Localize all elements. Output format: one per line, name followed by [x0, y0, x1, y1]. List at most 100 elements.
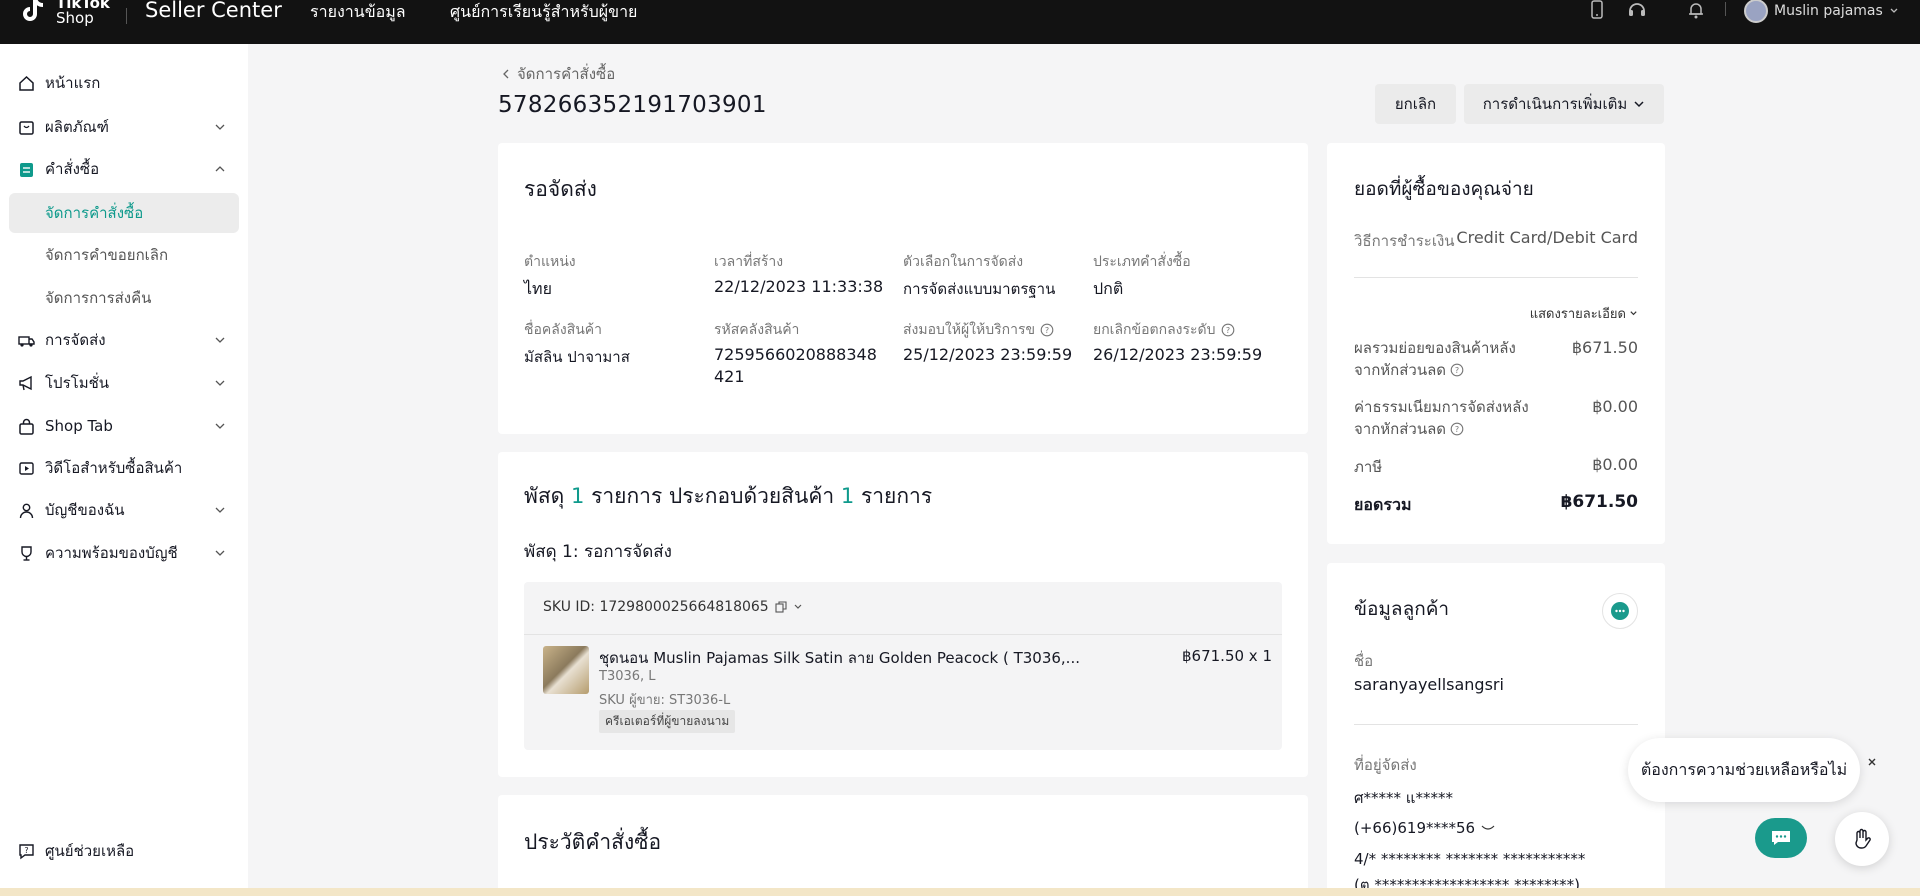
product-variant: T3036, L	[599, 669, 656, 684]
product-name[interactable]: ชุดนอน Muslin Pajamas Silk Satin ลาย Gol…	[599, 646, 1080, 670]
chevron-down-icon	[215, 380, 225, 386]
tax-value: ฿0.00	[1592, 455, 1638, 474]
order-history-card: ประวัติคำสั่งซื้อ	[498, 795, 1308, 896]
customer-divider	[1354, 724, 1638, 725]
svg-text:?: ?	[1455, 425, 1459, 434]
sidebar-subitem-label: จัดการคำสั่งซื้อ	[45, 204, 144, 222]
sidebar-item-my-account[interactable]: บัญชีของฉัน	[0, 493, 248, 527]
help-prompt-bubble[interactable]: ต้องการความช่วยเหลือหรือไม่	[1628, 738, 1860, 802]
shipping-fee-label: ค่าธรรมเนียมการจัดส่งหลัง จากหักส่วนลด ?	[1354, 396, 1529, 440]
total-label: ยอดรวม	[1354, 495, 1412, 514]
customer-name-label: ชื่อ	[1354, 652, 1374, 670]
sidebar-item-help-center[interactable]: ? ศูนย์ช่วยเหลือ	[0, 834, 248, 868]
sidebar-item-shop-tab[interactable]: Shop Tab	[0, 409, 248, 443]
sku-divider	[524, 634, 1282, 635]
info-icon[interactable]: ?	[1450, 363, 1464, 377]
field-value-location: ไทย	[524, 279, 552, 298]
sidebar-item-home[interactable]: หน้าแรก	[0, 66, 248, 100]
info-icon[interactable]: ?	[1450, 422, 1464, 436]
nav-seller-learning-center[interactable]: ศูนย์การเรียนรู้สำหรับผู้ขาย	[450, 0, 637, 25]
more-actions-button[interactable]: การดำเนินการเพิ่มเติม	[1464, 84, 1664, 124]
info-icon[interactable]: ?	[1040, 323, 1054, 337]
field-label-shipping-option: ตัวเลือกในการจัดส่ง	[903, 254, 1024, 270]
user-icon	[19, 503, 34, 519]
app-title: Seller Center	[145, 0, 282, 22]
sidebar-subitem-label: จัดการคำขอยกเลิก	[45, 246, 169, 264]
payment-method-value: Credit Card/Debit Card	[1456, 228, 1638, 247]
product-thumbnail[interactable]	[543, 646, 589, 694]
sidebar-item-label: บัญชีของฉัน	[45, 501, 125, 519]
sidebar-item-orders[interactable]: คำสั่งซื้อ	[0, 152, 248, 186]
chat-support-button[interactable]	[1755, 818, 1807, 858]
sidebar-subitem-manage-orders[interactable]: จัดการคำสั่งซื้อ	[9, 193, 239, 233]
close-icon[interactable]	[1866, 756, 1878, 768]
breadcrumb[interactable]: จัดการคำสั่งซื้อ	[502, 62, 615, 86]
sidebar-item-account-readiness[interactable]: ความพร้อมของบัญชี	[0, 536, 248, 570]
subtotal-label-line2-row: จากหักส่วนลด ?	[1354, 359, 1516, 381]
sidebar-item-label: วิดีโอสำหรับซื้อสินค้า	[45, 459, 183, 477]
package-title-mid: รายการ ประกอบด้วยสินค้า	[591, 484, 835, 508]
field-value-order-type: ปกติ	[1093, 279, 1124, 298]
cancel-order-button[interactable]: ยกเลิก	[1375, 84, 1456, 124]
chat-bubble-icon	[1772, 831, 1790, 845]
order-history-title: ประวัติคำสั่งซื้อ	[524, 830, 662, 854]
sidebar-item-shoppable-video[interactable]: วิดีโอสำหรับซื้อสินค้า	[0, 451, 248, 485]
chevron-down-icon	[215, 337, 225, 343]
field-value-sla-cancel: 26/12/2023 23:59:59	[1093, 345, 1263, 364]
chevron-down-icon	[215, 124, 225, 130]
sku-id: SKU ID: 1729800025664818065	[543, 599, 769, 615]
help-wave-button[interactable]	[1835, 812, 1889, 866]
recipient-phone: (+66)619****56	[1354, 819, 1476, 837]
sidebar-item-label: การจัดส่ง	[45, 331, 106, 349]
field-label-sla-cancel: ยกเลิกข้อตกลงระดับ ?	[1093, 319, 1235, 341]
item-count: 1	[840, 484, 855, 508]
avatar	[1744, 0, 1768, 23]
field-label-warehouse-id: รหัสคลังสินค้า	[714, 322, 800, 338]
field-value-warehouse-name: มัสลิน ปาจามาส	[524, 348, 630, 366]
field-label-order-type: ประเภทคำสั่งซื้อ	[1093, 254, 1191, 270]
mobile-icon[interactable]	[1587, 0, 1607, 20]
creator-tag: ครีเอเตอร์ที่ผู้ขายลงนาม	[599, 710, 736, 733]
sidebar-item-label: หน้าแรก	[45, 74, 101, 92]
payment-method-label: วิธีการชำระเงิน	[1354, 232, 1455, 250]
shipping-fee-label-line1: ค่าธรรมเนียมการจัดส่งหลัง	[1354, 398, 1529, 416]
shipping-fee-value: ฿0.00	[1592, 397, 1638, 416]
field-label-warehouse-name: ชื่อคลังสินค้า	[524, 322, 603, 338]
field-value-warehouse-id: 7259566020888348	[714, 345, 877, 364]
user-name: Muslin pajamas	[1774, 3, 1883, 19]
sidebar-subitem-manage-cancellations[interactable]: จัดการคำขอยกเลิก	[9, 235, 239, 275]
package-title-suffix: รายการ	[860, 484, 933, 508]
waving-hand-icon	[1855, 828, 1871, 849]
tiktok-shop-logo[interactable]: TikTok Shop	[18, 0, 110, 26]
user-menu[interactable]: Muslin pajamas	[1744, 0, 1899, 23]
svg-text:?: ?	[1045, 326, 1049, 335]
show-details-toggle[interactable]: แสดงรายละเอียด	[1530, 303, 1638, 324]
trophy-icon	[21, 546, 32, 561]
chevron-down-icon[interactable]	[793, 602, 803, 612]
notification-bell-icon[interactable]	[1686, 0, 1706, 20]
nav-data-report[interactable]: รายงานข้อมูล	[310, 0, 406, 25]
eye-closed-icon[interactable]	[1481, 823, 1495, 833]
total-value: ฿671.50	[1560, 492, 1638, 512]
subtotal-label-line1: ผลรวมย่อยของสินค้าหลัง	[1354, 339, 1516, 357]
sidebar-item-label: คำสั่งซื้อ	[45, 160, 100, 178]
sidebar-item-promotions[interactable]: โปรโมชั่น	[0, 366, 248, 400]
price-quantity: ฿671.50 x 1	[1182, 647, 1272, 665]
support-headset-icon[interactable]	[1627, 0, 1647, 20]
info-icon[interactable]: ?	[1221, 323, 1235, 337]
sidebar: หน้าแรก ผลิตภัณฑ์ คำสั่งซื้อ จัดการคำสั่…	[0, 44, 248, 896]
sidebar-item-products[interactable]: ผลิตภัณฑ์	[0, 110, 248, 144]
sidebar-subitem-manage-returns[interactable]: จัดการการส่งคืน	[9, 278, 239, 318]
top-bar: TikTok Shop Seller Center รายงานข้อมูล ศ…	[0, 0, 1920, 44]
tiktok-logo-icon	[23, 0, 44, 21]
seller-sku: SKU ผู้ขาย: ST3036-L	[599, 693, 731, 708]
creator-tag-label: ครีเอเตอร์ที่ผู้ขายลงนาม	[599, 710, 736, 733]
message-buyer-button[interactable]	[1602, 593, 1638, 629]
topbar-divider	[1725, 2, 1726, 16]
sidebar-item-shipping[interactable]: การจัดส่ง	[0, 323, 248, 357]
customer-name-value: saranyayellsangsri	[1354, 675, 1504, 694]
chevron-down-icon	[1634, 101, 1644, 108]
copy-icon[interactable]	[775, 601, 787, 613]
chevron-down-icon	[215, 423, 225, 429]
help-chat-icon: ?	[19, 844, 34, 860]
